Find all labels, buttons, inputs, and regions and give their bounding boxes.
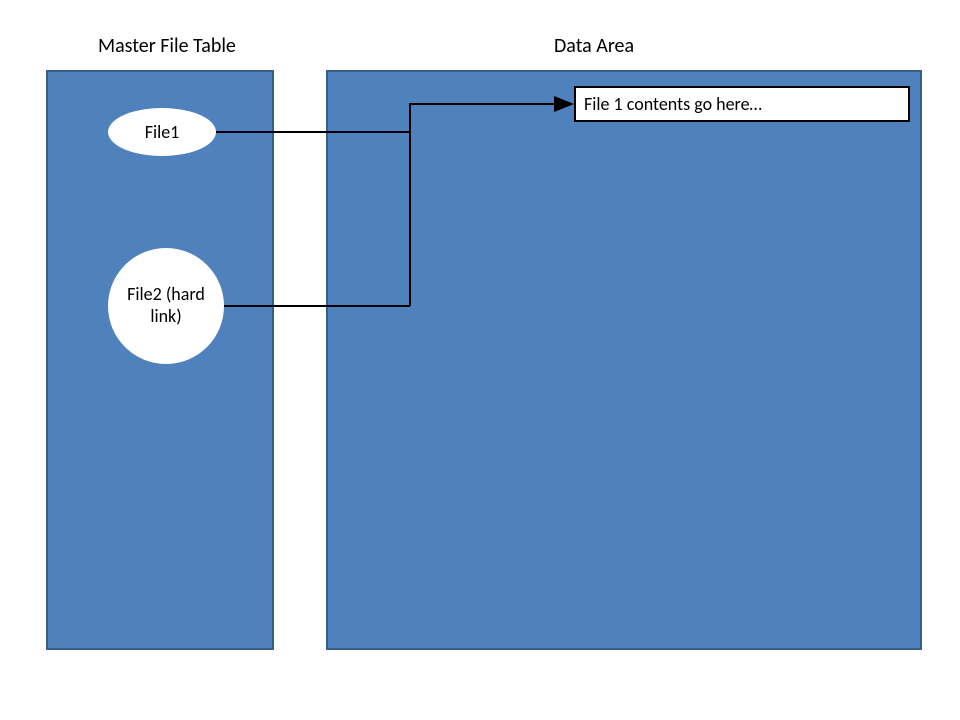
file1-text: File1	[145, 121, 180, 143]
file2-text: File2 (hard link)	[116, 284, 216, 327]
mft-label: Master File Table	[98, 34, 236, 58]
file1-node: File1	[108, 108, 216, 156]
data-area-label: Data Area	[554, 34, 634, 58]
file-contents-box: File 1 contents go here…	[574, 86, 910, 122]
file-contents-text: File 1 contents go here…	[584, 93, 762, 115]
data-area-box	[326, 70, 922, 650]
file2-node: File2 (hard link)	[108, 248, 224, 364]
